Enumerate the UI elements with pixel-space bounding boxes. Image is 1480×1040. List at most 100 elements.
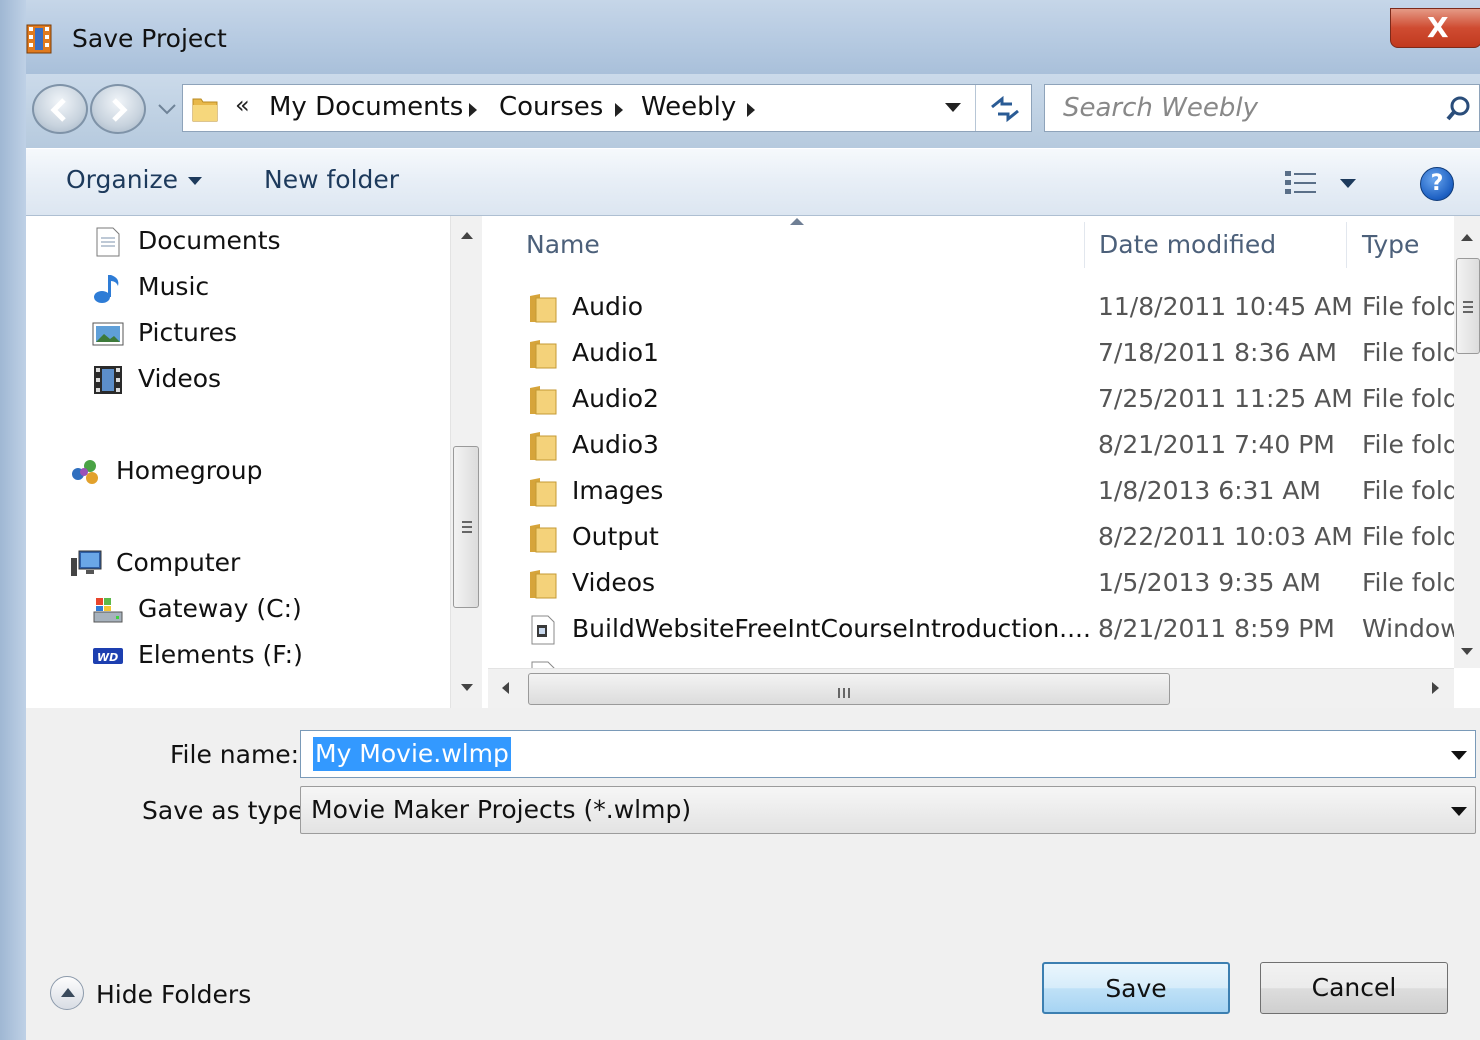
scroll-right-icon[interactable]: [1432, 682, 1439, 694]
breadcrumb-separator-icon[interactable]: [615, 103, 623, 117]
organize-button[interactable]: Organize: [66, 165, 202, 194]
nav-item-label: Gateway (C:): [138, 594, 302, 623]
save-project-dialog: Save Project X « My Documents Courses We…: [0, 0, 1480, 1040]
search-box[interactable]: Search Weebly: [1044, 84, 1480, 132]
cancel-button[interactable]: Cancel: [1260, 962, 1448, 1014]
media-file-icon: [531, 615, 555, 645]
file-type: Window: [1362, 614, 1454, 643]
file-name: Videos: [572, 568, 656, 597]
chevron-down-icon[interactable]: [1451, 751, 1467, 760]
scroll-up-icon[interactable]: [1461, 234, 1473, 241]
pictures-icon: [92, 322, 124, 346]
save-type-select[interactable]: Movie Maker Projects (*.wlmp): [300, 786, 1476, 834]
grip-line: [848, 688, 850, 698]
column-header-name[interactable]: Name: [526, 230, 600, 259]
file-name: Audio: [572, 292, 644, 321]
videos-icon: [94, 366, 122, 394]
scroll-down-icon[interactable]: [461, 684, 473, 691]
file-row-partial[interactable]: [488, 654, 1454, 668]
folder-icon: [530, 294, 557, 323]
grip-line: [1463, 301, 1473, 303]
address-overflow-chevron[interactable]: «: [235, 91, 250, 119]
sort-ascending-icon: [790, 218, 804, 225]
grip-line: [838, 688, 840, 698]
refresh-button[interactable]: [975, 85, 1033, 131]
help-icon[interactable]: ?: [1420, 167, 1454, 201]
column-separator[interactable]: [1346, 222, 1347, 268]
computer-icon: [71, 550, 102, 576]
file-date: 8/21/2011 7:40 PM: [1098, 430, 1335, 459]
chevron-down-icon[interactable]: [1451, 807, 1467, 816]
address-bar[interactable]: « My Documents Courses Weebly: [182, 84, 1032, 132]
file-row-output[interactable]: Output 8/22/2011 10:03 AM File fold: [488, 516, 1454, 562]
breadcrumb-separator-icon[interactable]: [469, 103, 477, 117]
scroll-up-icon[interactable]: [461, 232, 473, 239]
close-button[interactable]: X: [1390, 8, 1480, 48]
folder-icon: [530, 432, 557, 461]
nav-pane-scrollbar[interactable]: [450, 216, 482, 708]
save-type-value: Movie Maker Projects (*.wlmp): [311, 795, 692, 824]
breadcrumb-my-documents[interactable]: My Documents: [269, 92, 463, 122]
file-name: Audio2: [572, 384, 659, 413]
file-type: File fold: [1362, 522, 1454, 551]
views-dropdown-icon[interactable]: [1340, 179, 1356, 188]
grip-line: [1463, 306, 1473, 308]
recent-pages-dropdown-icon[interactable]: [156, 100, 178, 118]
grip-line: [1463, 311, 1473, 313]
search-icon[interactable]: [1445, 95, 1473, 123]
file-type: File fold: [1362, 292, 1454, 321]
scroll-thumb[interactable]: [1456, 258, 1480, 354]
file-name-input[interactable]: My Movie.wlmp: [313, 737, 511, 771]
file-list: Name Date modified Type Audio 11/8/2011 …: [488, 216, 1454, 668]
breadcrumb-separator-icon[interactable]: [747, 103, 755, 117]
file-date: 7/18/2011 8:36 AM: [1098, 338, 1337, 367]
file-row-audio3[interactable]: Audio3 8/21/2011 7:40 PM File fold: [488, 424, 1454, 470]
file-row-images[interactable]: Images 1/8/2013 6:31 AM File fold: [488, 470, 1454, 516]
folder-icon: [530, 570, 557, 599]
scroll-left-icon[interactable]: [502, 682, 509, 694]
command-toolbar: Organize New folder ?: [26, 148, 1480, 216]
breadcrumb-weebly[interactable]: Weebly: [641, 92, 736, 122]
nav-item-label: Elements (F:): [138, 640, 303, 669]
chevron-up-icon: [61, 988, 75, 997]
media-file-icon: [531, 661, 555, 668]
new-folder-button[interactable]: New folder: [264, 165, 399, 194]
file-row-videos[interactable]: Videos 1/5/2013 9:35 AM File fold: [488, 562, 1454, 608]
scroll-thumb[interactable]: [453, 446, 479, 608]
address-dropdown-icon[interactable]: [945, 103, 961, 112]
movie-maker-icon: [26, 24, 52, 54]
file-row-audio[interactable]: Audio 11/8/2011 10:45 AM File fold: [488, 286, 1454, 332]
column-separator[interactable]: [1084, 222, 1085, 268]
file-list-horizontal-scrollbar[interactable]: [488, 668, 1454, 708]
column-header-date-modified[interactable]: Date modified: [1099, 230, 1276, 259]
file-date: 8/21/2011 8:59 PM: [1098, 614, 1335, 643]
document-icon: [96, 227, 120, 257]
scroll-thumb[interactable]: [528, 673, 1170, 705]
nav-item-label: Videos: [138, 364, 222, 393]
close-icon: X: [1427, 11, 1449, 44]
file-name-field[interactable]: My Movie.wlmp: [300, 730, 1476, 778]
back-button[interactable]: [32, 84, 88, 134]
file-name: Audio3: [572, 430, 659, 459]
views-icon[interactable]: [1284, 169, 1318, 197]
grip-line: [462, 531, 472, 533]
nav-item-label: Pictures: [138, 318, 237, 347]
organize-label: Organize: [66, 165, 178, 194]
grip-line: [462, 526, 472, 528]
chevron-down-icon: [188, 177, 202, 185]
save-button[interactable]: Save: [1042, 962, 1230, 1014]
search-input[interactable]: Search Weebly: [1063, 93, 1258, 123]
scroll-down-icon[interactable]: [1461, 648, 1473, 655]
forward-button[interactable]: [90, 84, 146, 134]
breadcrumb-courses[interactable]: Courses: [499, 92, 603, 122]
nav-item-label: Homegroup: [116, 456, 263, 485]
file-list-vertical-scrollbar[interactable]: [1454, 216, 1480, 668]
folder-icon: [530, 524, 557, 553]
file-row-buildwebsite[interactable]: BuildWebsiteFreeIntCourseIntroduction...…: [488, 608, 1454, 654]
file-type: File fold: [1362, 384, 1454, 413]
column-header-type[interactable]: Type: [1362, 230, 1419, 259]
save-type-label: Save as type:: [142, 796, 312, 825]
file-row-audio1[interactable]: Audio1 7/18/2011 8:36 AM File fold: [488, 332, 1454, 378]
file-row-audio2[interactable]: Audio2 7/25/2011 11:25 AM File fold: [488, 378, 1454, 424]
wd-drive-icon: WD: [93, 648, 123, 664]
